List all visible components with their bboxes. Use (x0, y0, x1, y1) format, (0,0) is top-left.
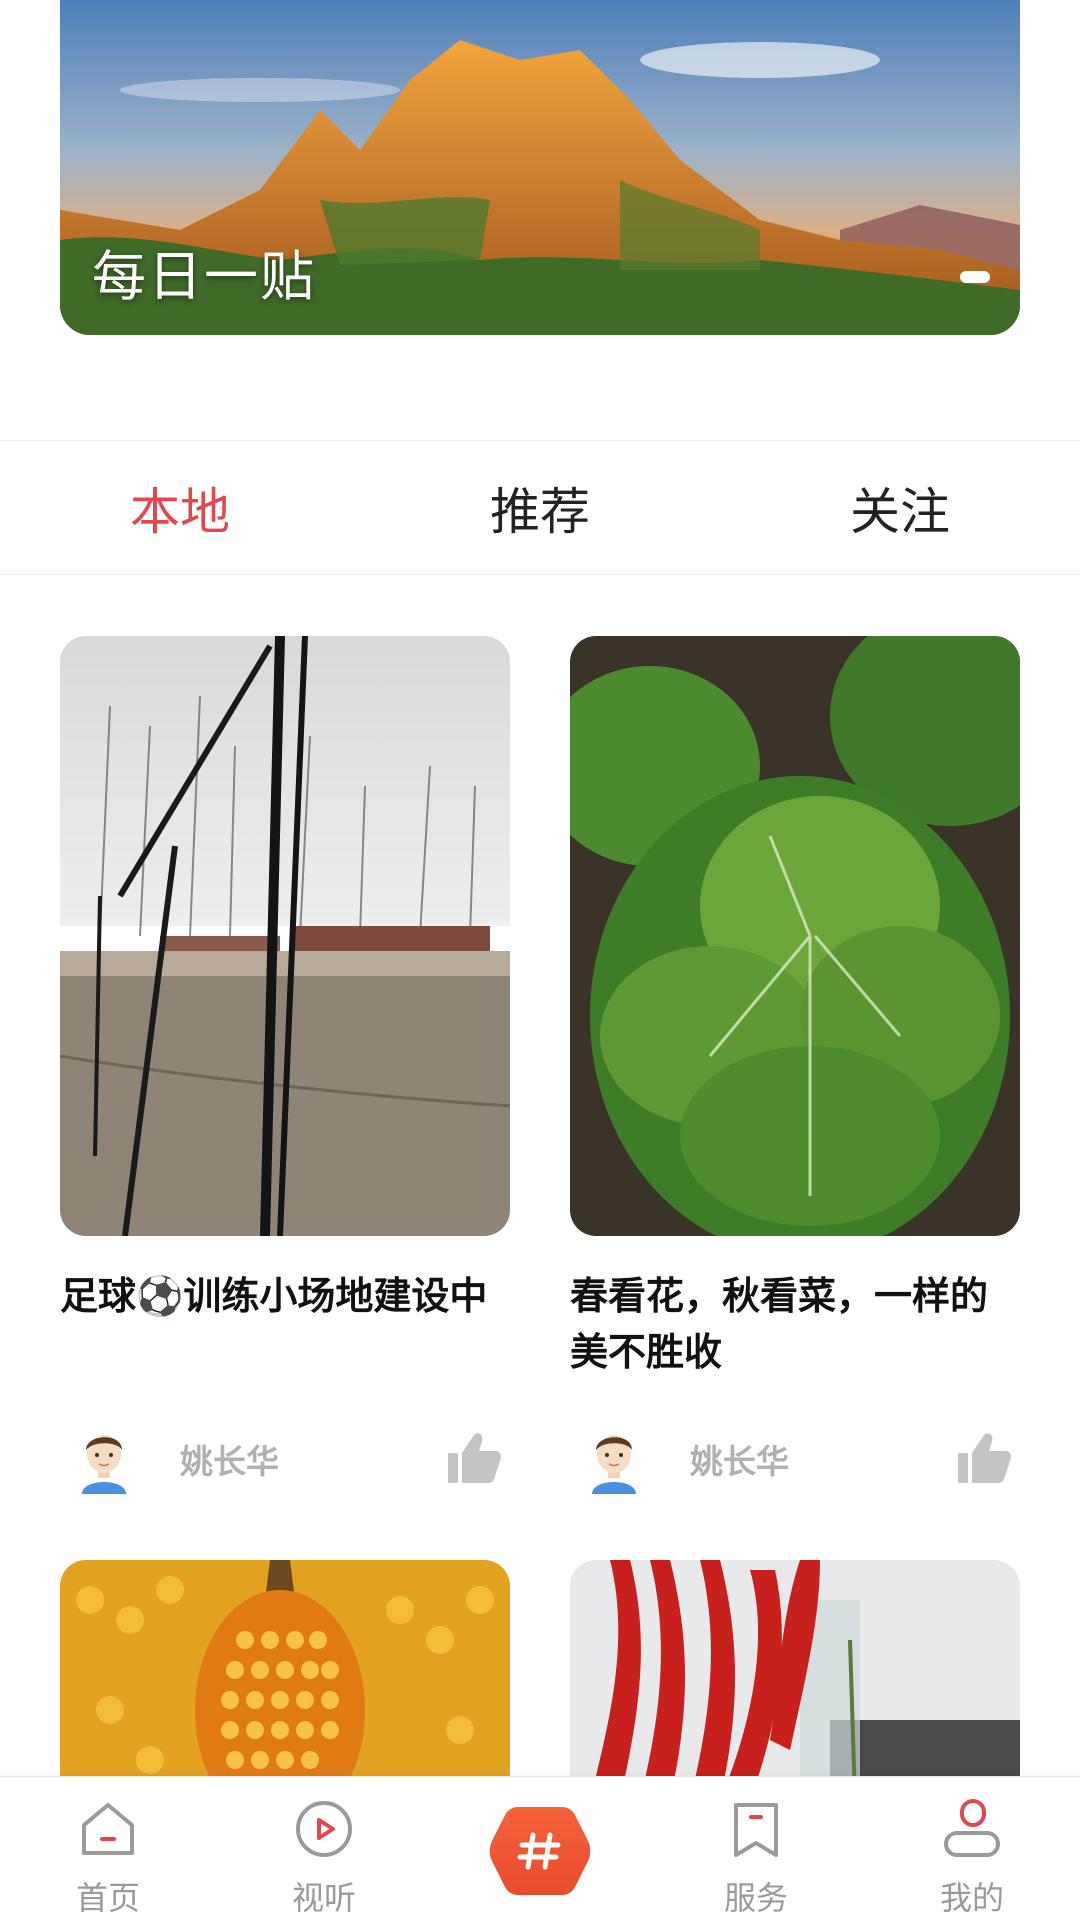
nav-services[interactable]: 服务 (648, 1777, 864, 1920)
bookmark-icon (734, 1803, 778, 1857)
carousel-indicator (960, 271, 990, 283)
feed-card[interactable]: 春看花，秋看菜，一样的美不胜收 姚长华 (570, 636, 1020, 1494)
home-icon (82, 1803, 134, 1855)
nav-profile[interactable]: 我的 (864, 1777, 1080, 1920)
nav-home[interactable]: 首页 (0, 1777, 216, 1920)
cabbage-photo (570, 636, 1020, 1236)
card-meta: 姚长华 (570, 1424, 1020, 1494)
card-title: 足球⚽训练小场地建设中 (60, 1274, 488, 1318)
nav-label: 首页 (75, 1879, 140, 1917)
thumbs-up-icon[interactable] (444, 1429, 504, 1489)
feed-card[interactable]: 足球⚽训练小场地建设中 姚长华 (60, 636, 510, 1494)
chili-pepper-photo (570, 1560, 1020, 1800)
nav-label: 服务 (723, 1879, 788, 1917)
play-icon (296, 1801, 352, 1857)
tab-local[interactable]: 本地 (0, 441, 360, 574)
corn-photo (60, 1560, 510, 1800)
feed-card[interactable] (60, 1560, 510, 1800)
daily-post-banner[interactable]: 每日一贴 (60, 0, 1020, 335)
card-image[interactable] (570, 1560, 1020, 1800)
avatar[interactable] (584, 1424, 644, 1494)
hash-icon[interactable] (488, 1803, 592, 1899)
card-meta: 姚长华 (60, 1424, 510, 1494)
tab-recommended[interactable]: 推荐 (360, 441, 720, 574)
bottom-navigation: 首页 视听 服务 我的 (0, 1776, 1080, 1920)
nav-topics[interactable] (432, 1777, 648, 1920)
football-field-photo (60, 636, 510, 1236)
feed-tabs: 本地 推荐 关注 (0, 440, 1080, 575)
card-image[interactable] (570, 636, 1020, 1236)
author-name[interactable]: 姚长华 (690, 1435, 954, 1483)
nav-label: 视听 (291, 1879, 356, 1917)
nav-label: 我的 (939, 1879, 1004, 1917)
user-icon (944, 1799, 1000, 1857)
avatar[interactable] (74, 1424, 134, 1494)
author-name[interactable]: 姚长华 (180, 1435, 444, 1483)
feed-card[interactable] (570, 1560, 1020, 1800)
card-image[interactable] (60, 636, 510, 1236)
card-image[interactable] (60, 1560, 510, 1800)
card-title: 春看花，秋看菜，一样的美不胜收 (570, 1274, 989, 1374)
banner-title: 每日一贴 (92, 245, 316, 308)
thumbs-up-icon[interactable] (954, 1429, 1014, 1489)
nav-media[interactable]: 视听 (216, 1777, 432, 1920)
tab-following[interactable]: 关注 (720, 441, 1080, 574)
